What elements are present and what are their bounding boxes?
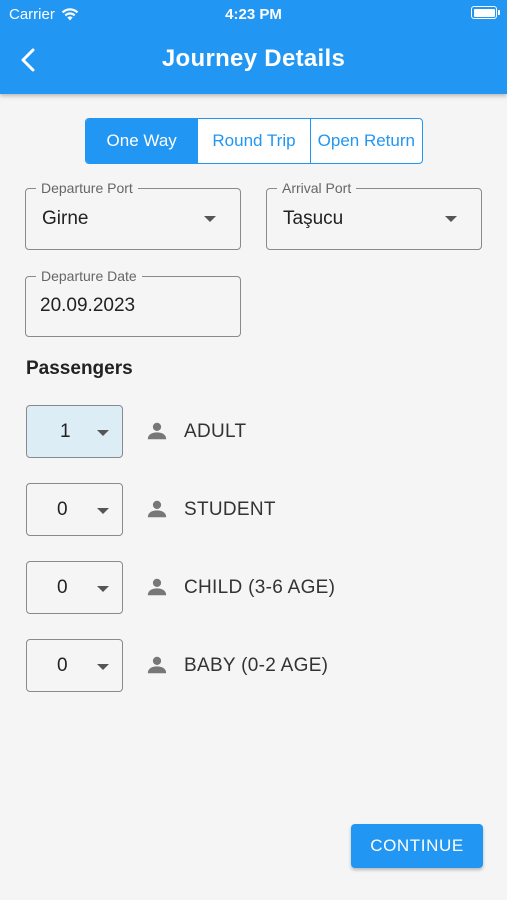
departure-port-value: Girne (42, 208, 89, 229)
departure-date-value: 20.09.2023 (40, 295, 136, 316)
person-icon (147, 656, 167, 674)
dropdown-arrow-icon (445, 216, 457, 222)
departure-port-label: Departure Port (36, 179, 138, 197)
dropdown-arrow-icon (97, 430, 109, 436)
dropdown-arrow-icon (97, 664, 109, 670)
continue-button[interactable]: CONTINUE (351, 824, 483, 868)
student-label: STUDENT (184, 499, 276, 520)
adult-count-dropdown[interactable]: 1 (26, 405, 123, 458)
child-label: CHILD (3-6 AGE) (184, 577, 336, 598)
page-title: Journey Details (161, 45, 346, 72)
child-count-value: 0 (57, 577, 68, 598)
passenger-row-baby: 0 BABY (0-2 AGE) (26, 639, 486, 693)
person-icon (147, 422, 167, 440)
child-count-dropdown[interactable]: 0 (26, 561, 123, 614)
trip-type-round-trip[interactable]: Round Trip (197, 119, 309, 163)
battery-icon (471, 6, 500, 19)
app-bar: Carrier 4:23 PM Journey Details (0, 0, 507, 94)
status-bar: Carrier 4:23 PM (0, 0, 507, 28)
departure-date-label: Departure Date (36, 267, 142, 285)
passenger-row-child: 0 CHILD (3-6 AGE) (26, 561, 486, 615)
trip-type-one-way[interactable]: One Way (86, 119, 198, 163)
dropdown-arrow-icon (97, 586, 109, 592)
passengers-title: Passengers (26, 358, 133, 379)
student-count-dropdown[interactable]: 0 (26, 483, 123, 536)
departure-port-dropdown[interactable]: Departure Port Girne (25, 179, 241, 250)
arrival-port-label: Arrival Port (277, 179, 357, 197)
person-icon (147, 578, 167, 596)
departure-date-field[interactable]: Departure Date 20.09.2023 (25, 267, 241, 337)
arrival-port-dropdown[interactable]: Arrival Port Taşucu (266, 179, 482, 250)
passenger-row-student: 0 STUDENT (26, 483, 486, 537)
baby-count-value: 0 (57, 655, 68, 676)
trip-type-selector: One Way Round Trip Open Return (85, 118, 423, 164)
baby-label: BABY (0-2 AGE) (184, 655, 329, 676)
person-icon (147, 500, 167, 518)
passenger-row-adult: 1 ADULT (26, 405, 486, 459)
adult-count-value: 1 (60, 421, 71, 442)
student-count-value: 0 (57, 499, 68, 520)
status-time: 4:23 PM (225, 6, 282, 23)
trip-type-open-return[interactable]: Open Return (309, 119, 422, 163)
dropdown-arrow-icon (97, 508, 109, 514)
baby-count-dropdown[interactable]: 0 (26, 639, 123, 692)
dropdown-arrow-icon (204, 216, 216, 222)
arrival-port-value: Taşucu (283, 208, 344, 229)
adult-label: ADULT (184, 421, 247, 442)
